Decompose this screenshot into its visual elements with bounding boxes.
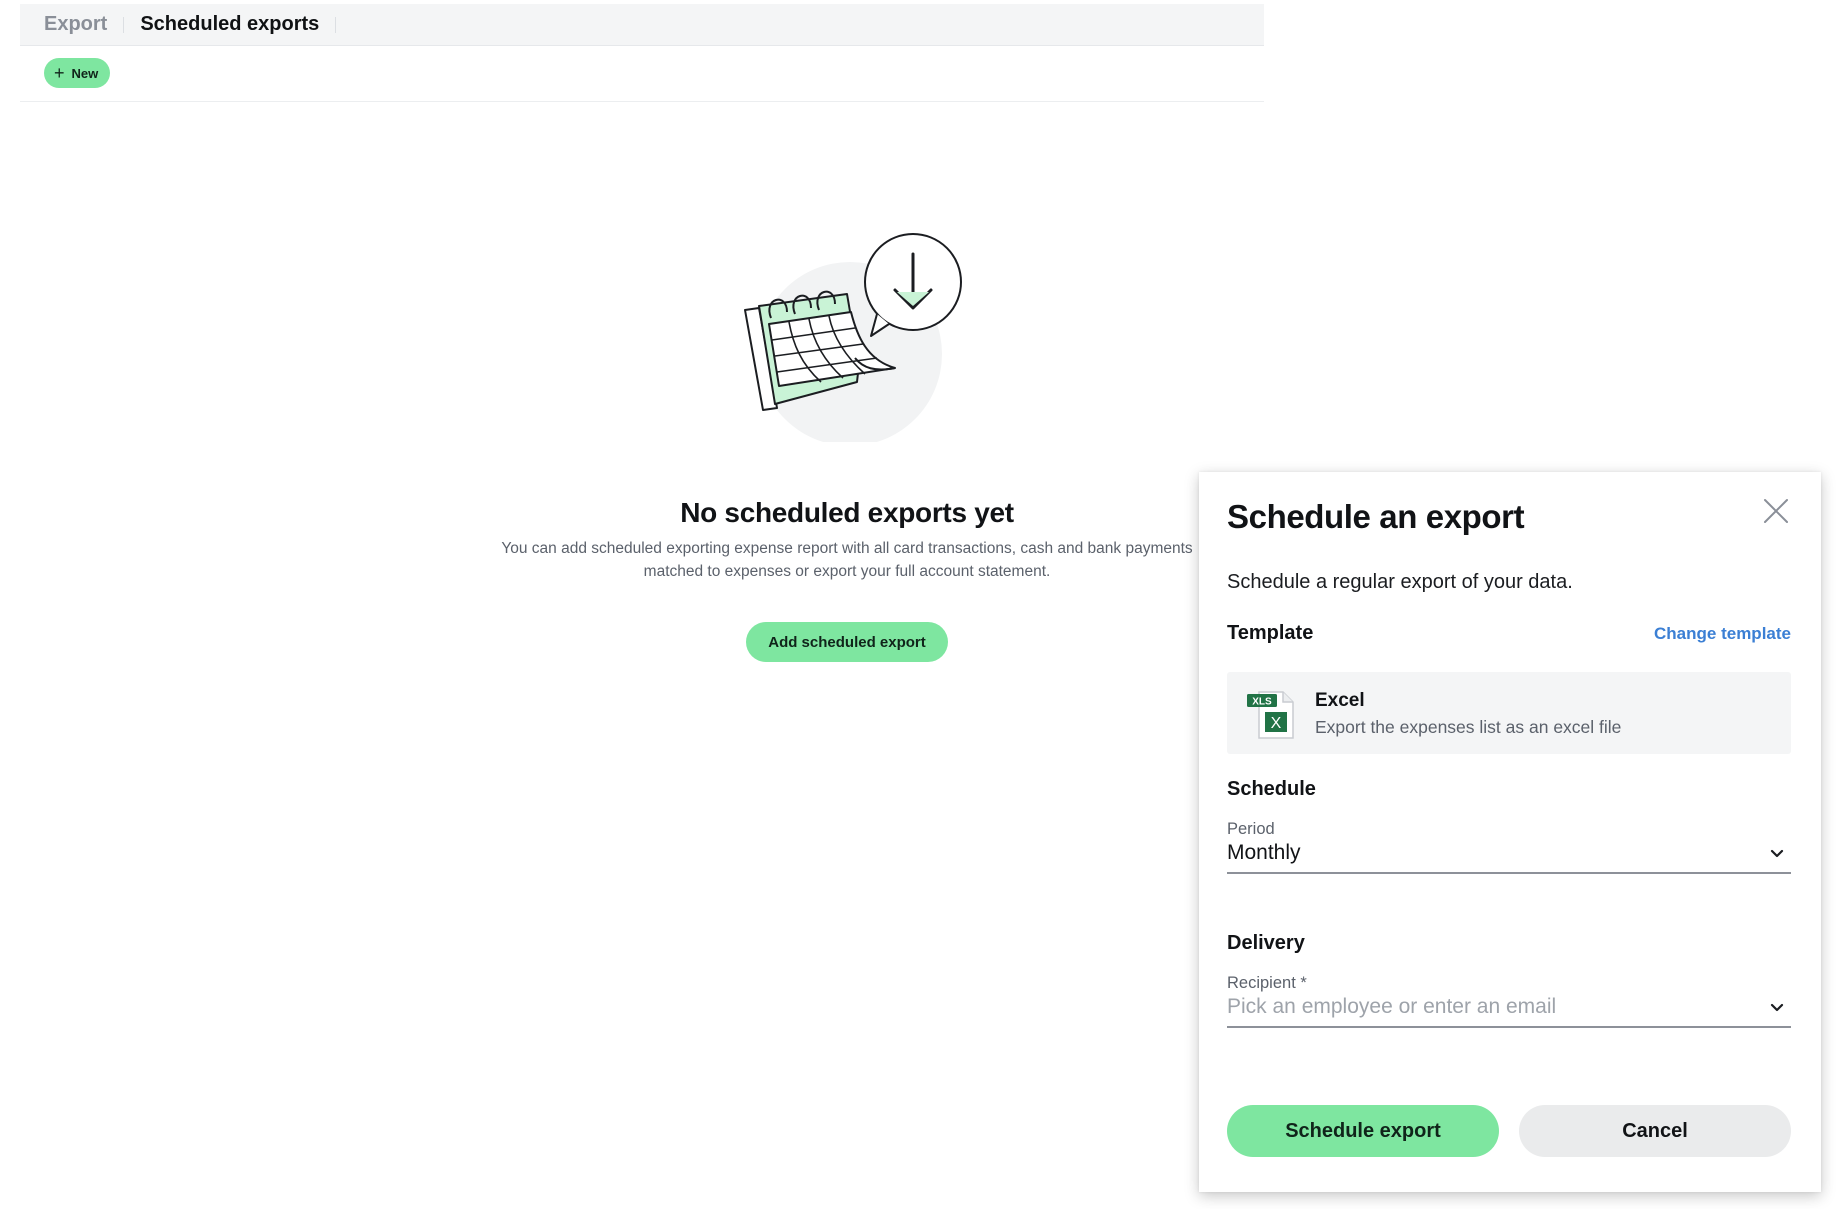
add-scheduled-export-button[interactable]: Add scheduled export [746,622,948,662]
recipient-select[interactable]: Pick an employee or enter an email [1227,988,1791,1028]
xls-badge-text: XLS [1252,697,1272,708]
panel-title: Schedule an export [1227,498,1525,535]
cancel-button[interactable]: Cancel [1519,1105,1791,1157]
schedule-export-panel: Schedule an export Schedule a regular ex… [1199,472,1821,1192]
tab-divider [335,16,337,33]
tab-export[interactable]: Export [44,13,123,36]
xls-letter: X [1271,715,1282,732]
new-button-label: New [71,65,99,81]
period-value: Monthly [1227,841,1301,864]
chevron-down-icon [1770,849,1784,858]
template-section-label: Template [1227,622,1314,644]
change-template-link[interactable]: Change template [1654,624,1791,644]
xls-file-icon: XLS X [1247,691,1294,739]
empty-state-description: You can add scheduled exporting expense … [501,540,1193,580]
tab-scheduled-exports[interactable]: Scheduled exports [124,13,335,36]
tab-bar: Export Scheduled exports [20,4,1264,46]
toolbar: + New [20,46,1264,102]
template-description: Export the expenses list as an excel fil… [1315,717,1622,737]
empty-state-title: No scheduled exports yet [680,497,1014,528]
delivery-section-label: Delivery [1227,932,1305,954]
template-card[interactable]: XLS X Excel Export the expenses list as … [1227,672,1791,754]
panel-subtitle: Schedule a regular export of your data. [1227,571,1573,593]
period-select[interactable]: Monthly [1227,834,1791,874]
schedule-section-label: Schedule [1227,778,1316,800]
calendar-download-illustration [744,233,962,442]
plus-icon: + [54,63,65,83]
schedule-export-button[interactable]: Schedule export [1227,1105,1499,1157]
recipient-placeholder: Pick an employee or enter an email [1227,995,1557,1018]
close-icon[interactable] [1761,496,1791,526]
template-name: Excel [1315,690,1365,711]
new-button[interactable]: + New [44,58,111,88]
chevron-down-icon [1770,1003,1784,1012]
